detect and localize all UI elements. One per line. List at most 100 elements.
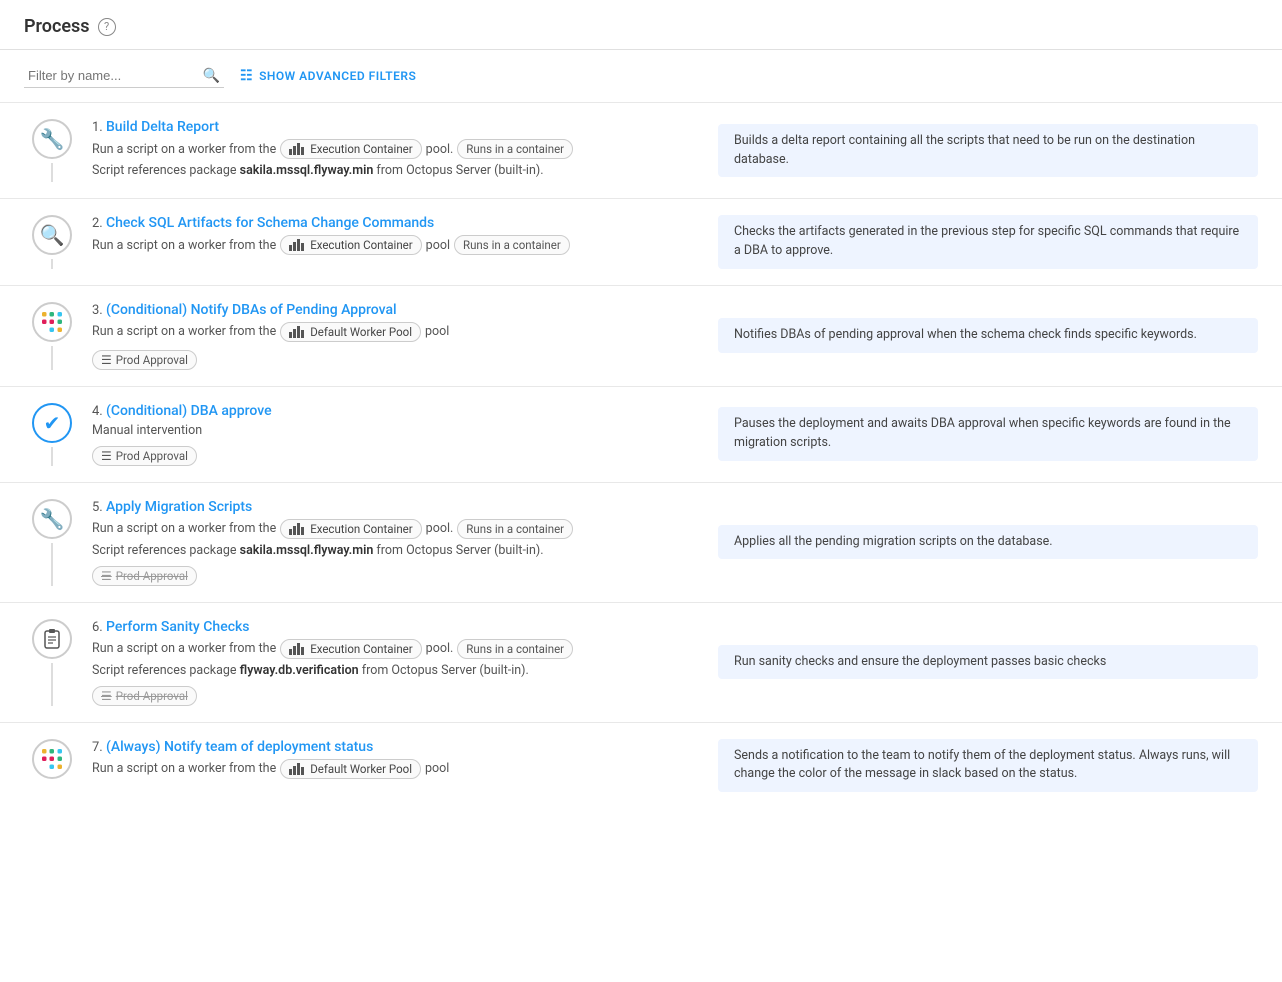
search-icon: 🔍: [203, 68, 220, 84]
step-icon-circle: [32, 739, 72, 779]
step-desc: Run a script on a worker from the Defaul…: [92, 322, 694, 342]
step-desc: Run a script on a worker from the Execut…: [92, 639, 694, 659]
step-connector-line: [51, 346, 53, 370]
step-desc: Run a script on a worker from the Execut…: [92, 519, 694, 539]
step-content: 7. (Always) Notify team of deployment st…: [80, 739, 706, 793]
list-icon: ☰: [101, 353, 112, 367]
step-desc: Run a script on a worker from the Execut…: [92, 235, 694, 255]
step-title[interactable]: (Always) Notify team of deployment statu…: [106, 739, 373, 755]
filter-input[interactable]: [24, 64, 224, 88]
step-number: 4.: [92, 404, 103, 419]
step-content: 5. Apply Migration Scripts Run a script …: [80, 499, 706, 586]
step-icon-col: 🔧: [24, 119, 80, 182]
step-title-row: 3. (Conditional) Notify DBAs of Pending …: [92, 302, 694, 318]
step-title-row: 5. Apply Migration Scripts: [92, 499, 694, 515]
step-icon-circle: [32, 302, 72, 342]
step-content: 2. Check SQL Artifacts for Schema Change…: [80, 215, 706, 269]
step-icon-circle: ✔: [32, 403, 72, 443]
list-icon: ☰: [101, 569, 112, 583]
step-connector-line: [51, 543, 53, 586]
help-icon[interactable]: ?: [98, 18, 116, 36]
bar-chart-icon: [289, 239, 304, 251]
bar-chart-icon: [289, 523, 304, 535]
step-info: Run sanity checks and ensure the deploym…: [718, 645, 1258, 680]
step-icon-circle: 🔧: [32, 499, 72, 539]
step-info: Sends a notification to the team to noti…: [718, 739, 1258, 793]
step-title-row: 6. Perform Sanity Checks: [92, 619, 694, 635]
step-title[interactable]: Apply Migration Scripts: [106, 499, 252, 515]
step-content: 1. Build Delta Report Run a script on a …: [80, 119, 706, 182]
approval-badge-wrap: ☰ Prod Approval: [92, 346, 694, 370]
step-content: 4. (Conditional) DBA approve Manual inte…: [80, 403, 706, 466]
step-title[interactable]: Build Delta Report: [106, 119, 219, 135]
step-number: 1.: [92, 120, 103, 135]
slack-icon: [40, 747, 64, 771]
step-row: ✔ 4. (Conditional) DBA approve Manual in…: [0, 387, 1282, 483]
pool-badge: Execution Container: [280, 139, 421, 159]
approval-badge: ☰ Prod Approval: [92, 686, 197, 706]
step-connector-line: [51, 663, 53, 706]
step-title[interactable]: Check SQL Artifacts for Schema Change Co…: [106, 215, 434, 231]
wrench-icon: 🔧: [40, 127, 65, 151]
clipboard-icon: [40, 627, 64, 651]
step-row: 3. (Conditional) Notify DBAs of Pending …: [0, 286, 1282, 387]
step-icon-circle: [32, 619, 72, 659]
step-package: Script references package sakila.mssql.f…: [92, 163, 694, 178]
step-info: Pauses the deployment and awaits DBA app…: [718, 407, 1258, 461]
step-connector-line: [51, 259, 53, 269]
bar-chart-icon: [289, 143, 304, 155]
page-header: Process ?: [0, 0, 1282, 50]
step-content: 6. Perform Sanity Checks Run a script on…: [80, 619, 706, 706]
page: Process ? 🔍 ☷ SHOW ADVANCED FILTERS 🔧 1.: [0, 0, 1282, 982]
step-icon-col: ✔: [24, 403, 80, 466]
step-icon-col: [24, 619, 80, 706]
slack-icon: [40, 310, 64, 334]
step-row: 🔧 5. Apply Migration Scripts Run a scrip…: [0, 483, 1282, 603]
approval-badge: ☰ Prod Approval: [92, 566, 197, 586]
step-icon-circle: 🔧: [32, 119, 72, 159]
pool-badge: Default Worker Pool: [280, 322, 421, 342]
step-row: 7. (Always) Notify team of deployment st…: [0, 723, 1282, 809]
check-icon: ✔: [44, 411, 61, 435]
step-desc: Manual intervention: [92, 423, 694, 438]
search-icon: 🔍: [40, 223, 65, 247]
step-row: 🔧 1. Build Delta Report Run a script on …: [0, 103, 1282, 199]
pool-badge: Execution Container: [280, 235, 421, 255]
list-icon: ☰: [101, 689, 112, 703]
runs-badge: Runs in a container: [457, 639, 573, 659]
runs-badge: Runs in a container: [457, 139, 573, 159]
filter-icon: ☷: [240, 68, 253, 84]
pool-badge: Default Worker Pool: [280, 759, 421, 779]
step-number: 2.: [92, 216, 103, 231]
step-package: Script references package sakila.mssql.f…: [92, 543, 694, 558]
pool-badge: Execution Container: [280, 639, 421, 659]
step-title-row: 1. Build Delta Report: [92, 119, 694, 135]
step-number: 6.: [92, 620, 103, 635]
step-title[interactable]: Perform Sanity Checks: [106, 619, 250, 635]
step-number: 5.: [92, 500, 103, 515]
step-title[interactable]: (Conditional) Notify DBAs of Pending App…: [106, 302, 397, 318]
step-info: Checks the artifacts generated in the pr…: [718, 215, 1258, 269]
step-content: 3. (Conditional) Notify DBAs of Pending …: [80, 302, 706, 370]
bar-chart-icon: [289, 643, 304, 655]
step-number: 3.: [92, 303, 103, 318]
page-title: Process: [24, 16, 90, 37]
pool-badge: Execution Container: [280, 519, 421, 539]
step-icon-circle: 🔍: [32, 215, 72, 255]
step-desc: Run a script on a worker from the Execut…: [92, 139, 694, 159]
approval-badge-wrap: ☰ Prod Approval: [92, 442, 694, 466]
step-title-row: 7. (Always) Notify team of deployment st…: [92, 739, 694, 755]
step-icon-col: 🔧: [24, 499, 80, 586]
advanced-filters-button[interactable]: ☷ SHOW ADVANCED FILTERS: [240, 68, 416, 84]
approval-badge: ☰ Prod Approval: [92, 350, 197, 370]
steps-list: 🔧 1. Build Delta Report Run a script on …: [0, 103, 1282, 808]
step-title-row: 4. (Conditional) DBA approve: [92, 403, 694, 419]
approval-badge-wrap: ☰ Prod Approval: [92, 562, 694, 586]
step-title[interactable]: (Conditional) DBA approve: [106, 403, 272, 419]
step-connector-line: [51, 447, 53, 466]
runs-badge: Runs in a container: [454, 235, 570, 255]
step-row: 6. Perform Sanity Checks Run a script on…: [0, 603, 1282, 723]
advanced-filters-label: SHOW ADVANCED FILTERS: [259, 69, 416, 83]
runs-badge: Runs in a container: [457, 519, 573, 539]
bar-chart-icon: [289, 326, 304, 338]
